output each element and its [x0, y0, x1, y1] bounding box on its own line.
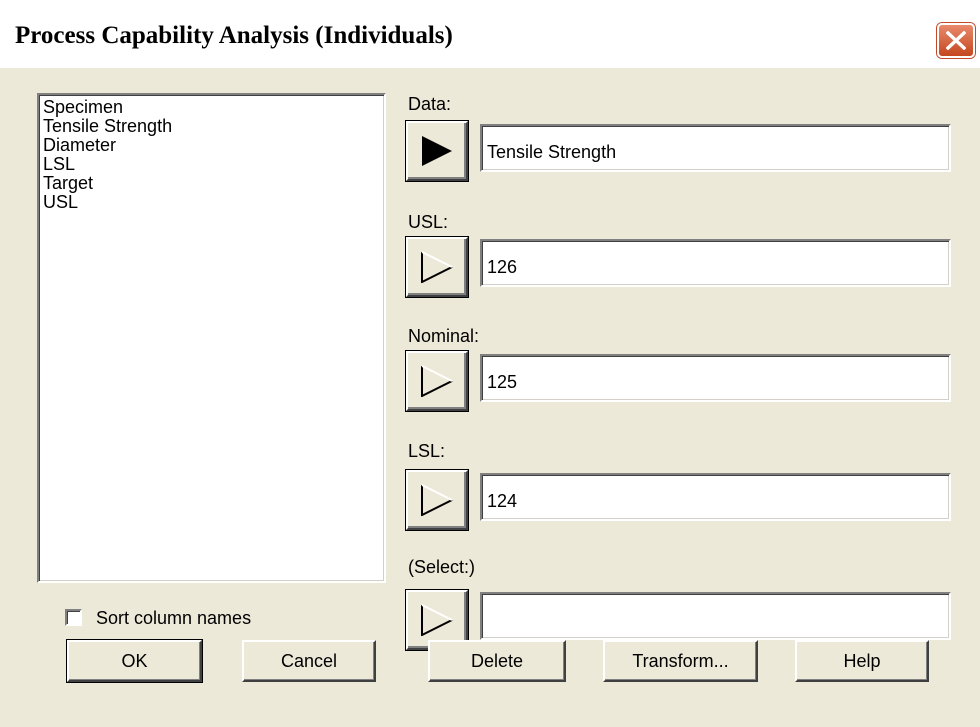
arrow-right-outline-icon — [421, 251, 453, 283]
ok-button[interactable]: OK — [67, 640, 202, 682]
nominal-input[interactable] — [480, 354, 951, 402]
window-title: Process Capability Analysis (Individuals… — [15, 22, 453, 49]
cancel-button[interactable]: Cancel — [242, 640, 376, 682]
nominal-arrow-button[interactable] — [406, 351, 468, 411]
usl-label: USL: — [408, 212, 449, 232]
arrow-right-filled-icon — [422, 136, 452, 166]
select-label: (Select:) — [408, 557, 476, 577]
delete-button[interactable]: Delete — [428, 640, 566, 682]
column-list-item[interactable]: Tensile Strength — [43, 117, 384, 136]
column-list[interactable]: Specimen Tensile Strength Diameter LSL T… — [37, 93, 386, 583]
column-list-item[interactable]: Diameter — [43, 136, 384, 155]
close-button[interactable] — [937, 23, 975, 58]
usl-arrow-button[interactable] — [406, 237, 468, 297]
close-icon — [946, 31, 966, 50]
sort-column-names-label: Sort column names — [96, 608, 252, 628]
lsl-input[interactable] — [480, 473, 951, 521]
help-button[interactable]: Help — [795, 640, 929, 682]
usl-input[interactable] — [480, 239, 951, 287]
data-label: Data: — [408, 94, 452, 114]
column-list-item[interactable]: Specimen — [43, 98, 384, 117]
data-input[interactable] — [480, 124, 951, 172]
title-bar: Process Capability Analysis (Individuals… — [0, 0, 980, 68]
lsl-arrow-button[interactable] — [406, 470, 468, 530]
column-list-item[interactable]: LSL — [43, 155, 384, 174]
column-list-item[interactable]: USL — [43, 193, 384, 212]
select-input[interactable] — [480, 592, 951, 640]
nominal-label: Nominal: — [408, 326, 480, 346]
column-list-item[interactable]: Target — [43, 174, 384, 193]
lsl-label: LSL: — [408, 441, 446, 461]
data-arrow-button[interactable] — [406, 121, 468, 181]
arrow-right-outline-icon — [421, 604, 453, 636]
arrow-right-outline-icon — [421, 484, 453, 516]
arrow-right-outline-icon — [421, 365, 453, 397]
sort-column-names-checkbox[interactable] — [65, 609, 82, 626]
transform-button[interactable]: Transform... — [603, 640, 758, 682]
